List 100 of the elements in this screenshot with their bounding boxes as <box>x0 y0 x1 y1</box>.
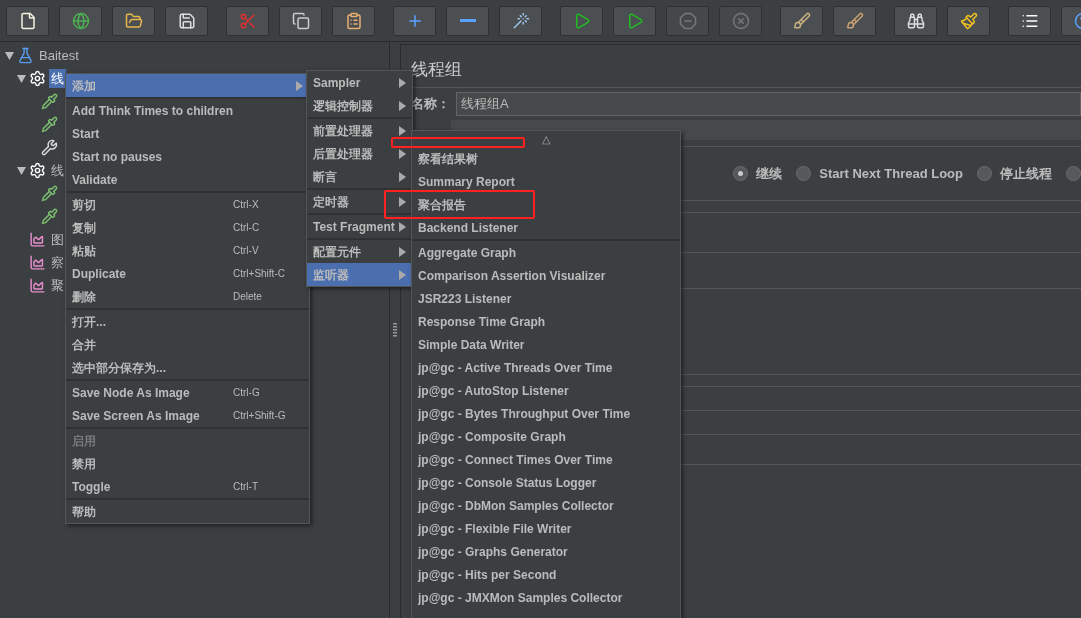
menu-item[interactable]: 禁用 <box>66 452 309 475</box>
menu-item[interactable]: 打开... <box>66 310 309 333</box>
menu-item[interactable]: 聚合报告 <box>412 193 680 216</box>
menu-item[interactable]: jp@gc - Graphs Generator <box>412 540 680 563</box>
chart-icon <box>29 231 46 248</box>
menu-item[interactable]: 选中部分保存为... <box>66 356 309 379</box>
globe-icon <box>71 11 90 30</box>
paste-icon <box>344 11 363 30</box>
toolbar-button[interactable] <box>59 5 102 36</box>
tree-item[interactable]: 线 <box>49 160 66 181</box>
tree-item[interactable]: 线 <box>49 68 66 89</box>
menu-item[interactable]: Start no pauses <box>66 145 309 168</box>
gear-icon <box>29 162 46 179</box>
menu-item[interactable]: Start <box>66 122 309 145</box>
menu-item[interactable]: jp@gc - Active Threads Over Time <box>412 356 680 379</box>
toolbar-button[interactable] <box>446 5 489 36</box>
radio-button[interactable] <box>796 166 812 181</box>
menu-item[interactable]: Backend Listener <box>412 216 680 239</box>
menu-item[interactable]: Toggle Ctrl-T <box>66 475 309 498</box>
menu-item[interactable]: 察看结果树 <box>412 147 680 170</box>
pipette-icon <box>41 93 58 110</box>
gear-icon <box>29 70 46 87</box>
shortcut-text: Ctrl-C <box>233 221 261 235</box>
menu-item[interactable]: jp@gc - Composite Graph <box>412 425 680 448</box>
copy-icon <box>291 11 310 30</box>
panel-title: 线程组 <box>411 59 463 81</box>
flask-icon <box>17 47 34 64</box>
pipette-icon <box>41 208 58 225</box>
name-field[interactable]: 线程组A <box>456 92 1081 116</box>
menu-item[interactable]: Simple Data Writer <box>412 333 680 356</box>
expanded-triangle-icon[interactable] <box>4 51 14 60</box>
menu-item[interactable]: 粘贴 Ctrl-V <box>66 239 309 262</box>
toolbar-button[interactable] <box>613 5 656 36</box>
menu-item[interactable]: 逻辑控制器 <box>307 94 412 117</box>
toolbar-button[interactable] <box>6 5 49 36</box>
menu-item[interactable]: jp@gc - DbMon Samples Collector <box>412 494 680 517</box>
menu-item[interactable]: 定时器 <box>307 190 412 213</box>
menu-item[interactable]: Aggregate Graph <box>412 241 680 264</box>
menu-item[interactable]: jp@gc - JMXMon Samples Collector <box>412 586 680 609</box>
menu-item[interactable]: jp@gc - AutoStop Listener <box>412 379 680 402</box>
toolbar-button[interactable] <box>780 5 823 36</box>
menu-item[interactable]: Sampler <box>307 71 412 94</box>
toolbar-button[interactable] <box>947 5 990 36</box>
menu-item[interactable]: Response Time Graph <box>412 310 680 333</box>
menu-item[interactable]: Save Node As Image Ctrl-G <box>66 381 309 404</box>
menu-item[interactable]: 配置元件 <box>307 240 412 263</box>
menu-item[interactable]: 合并 <box>66 333 309 356</box>
menu-item[interactable]: Add Think Times to children <box>66 99 309 122</box>
radio-label: 继续 <box>756 164 783 183</box>
menu-item[interactable]: jp@gc - Connect Times Over Time <box>412 448 680 471</box>
stop-icon <box>678 11 697 30</box>
menu-item[interactable]: 前置处理器 <box>307 119 412 142</box>
menu-item[interactable]: Duplicate Ctrl+Shift-C <box>66 262 309 285</box>
menu-item[interactable]: 复制 Ctrl-C <box>66 216 309 239</box>
cut-icon <box>238 11 257 30</box>
broom-icon <box>845 11 864 30</box>
splitter-handle-icon[interactable] <box>393 323 397 337</box>
menu-item[interactable]: 剪切 Ctrl-X <box>66 193 309 216</box>
menu-item[interactable]: Save Screen As Image Ctrl+Shift-G <box>66 404 309 427</box>
menu-item[interactable]: Test Fragment <box>307 215 412 238</box>
tree-item[interactable]: 聚 <box>49 275 66 296</box>
menu-item[interactable]: 删除 Delete <box>66 285 309 308</box>
shortcut-text: Ctrl+Shift-C <box>233 267 286 281</box>
wrench-icon <box>41 139 58 156</box>
menu-item[interactable]: Validate <box>66 168 309 191</box>
toolbar-button[interactable] <box>332 5 375 36</box>
toolbar-button[interactable] <box>894 5 937 36</box>
menu-item[interactable]: JSR223 Listener <box>412 287 680 310</box>
menu-item[interactable]: Summary Report <box>412 170 680 193</box>
menu-item[interactable]: 断言 <box>307 165 412 188</box>
toolbar-button[interactable] <box>112 5 155 36</box>
radio-button[interactable] <box>1066 166 1081 181</box>
toolbar-button[interactable] <box>1008 5 1051 36</box>
menu-item[interactable]: 后置处理器 <box>307 142 412 165</box>
tree-item[interactable]: 图 <box>49 229 66 250</box>
expanded-triangle-icon[interactable] <box>16 166 26 175</box>
expanded-triangle-icon[interactable] <box>16 74 26 83</box>
shortcut-text: Ctrl-X <box>233 198 260 212</box>
tree-item[interactable]: Baitest <box>37 45 81 66</box>
toolbar-button[interactable] <box>279 5 322 36</box>
shortcut-text: Ctrl-V <box>233 244 260 258</box>
close-icon <box>731 11 750 30</box>
radio-button[interactable] <box>733 166 749 181</box>
toolbar-button[interactable] <box>165 5 208 36</box>
radio-button[interactable] <box>977 166 992 181</box>
chart-icon <box>29 254 46 271</box>
toolbar-button[interactable] <box>833 5 876 36</box>
menu-item[interactable]: jp@gc - Flexible File Writer <box>412 517 680 540</box>
menu-item[interactable]: Comparison Assertion Visualizer <box>412 264 680 287</box>
wand-icon <box>511 11 530 30</box>
menu-item[interactable]: jp@gc - Console Status Logger <box>412 471 680 494</box>
shortcut-text: Delete <box>233 290 263 304</box>
menu-item[interactable]: jp@gc - Hits per Second <box>412 563 680 586</box>
toolbar-button[interactable] <box>560 5 603 36</box>
menu-item[interactable]: 帮助 <box>66 500 309 523</box>
tree-item[interactable]: 察 <box>49 252 66 273</box>
radio-label: 停止线程 <box>1000 164 1052 183</box>
new-file-icon <box>18 11 37 30</box>
broom-icon <box>792 11 811 30</box>
menu-item[interactable]: jp@gc - Bytes Throughput Over Time <box>412 402 680 425</box>
